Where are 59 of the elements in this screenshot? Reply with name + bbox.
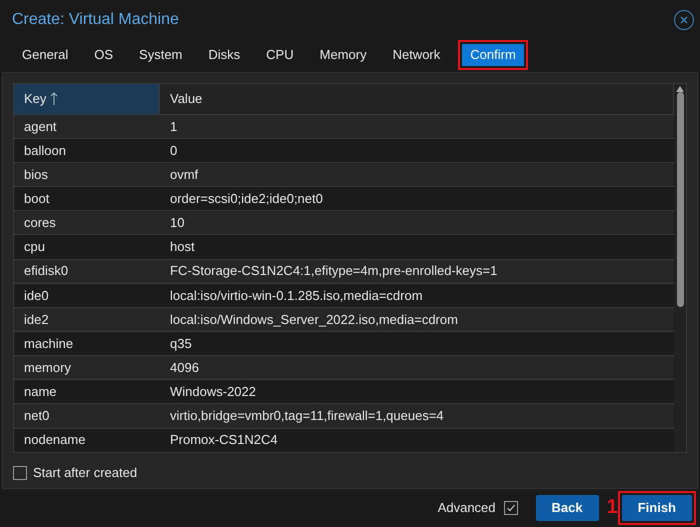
table-cell-text: net0 xyxy=(23,407,50,426)
checkbox-label: Start after created xyxy=(33,464,138,482)
tab[interactable]: General xyxy=(14,44,76,66)
table-row[interactable]: name Windows-2022 xyxy=(14,379,674,404)
table-row[interactable]: cores 10 xyxy=(14,210,674,234)
sort-arrow-icon xyxy=(50,92,58,106)
table-row[interactable]: boot order=scsi0;ide2;ide0;net0 xyxy=(14,186,674,210)
table-cell-text: agent xyxy=(23,118,58,136)
table-cell-text: 10 xyxy=(169,214,186,232)
checkmark-icon xyxy=(506,503,516,514)
table-cell-text: 0 xyxy=(169,142,178,160)
callout-number: 1 xyxy=(606,497,618,518)
table-cell-text: ovmf xyxy=(169,166,200,184)
dialog-button[interactable]: Back xyxy=(536,495,599,522)
table-cell-text: efidisk0 xyxy=(23,262,70,280)
table-row[interactable]: nodename Promox-CS1N2C4 xyxy=(14,428,674,452)
table-cell-text: q35 xyxy=(169,334,193,353)
table-cell-text: FC-Storage-CS1N2C4:1,efitype=4m,pre-enrolled-keys=1 xyxy=(169,262,498,280)
table-cell-text: virtio,bridge=vmbr0,tag=11,firewall=1,queues=4 xyxy=(169,407,445,426)
tab[interactable]: Network xyxy=(384,44,448,66)
table-cell-text: nodename xyxy=(23,431,86,450)
checkbox[interactable] xyxy=(13,466,27,480)
table-row[interactable]: ide0 local:iso/virtio-win-0.1.285.iso,media=cdrom xyxy=(14,282,674,307)
window-title: Create: Virtual Machine xyxy=(12,10,179,30)
tab[interactable]: Disks xyxy=(200,44,248,66)
close-icon[interactable] xyxy=(674,10,694,30)
table-cell-text: 4096 xyxy=(169,358,200,377)
tab[interactable]: System xyxy=(131,44,190,66)
table-cell-text: local:iso/virtio-win-0.1.285.iso,media=cdrom xyxy=(169,286,424,304)
tab[interactable]: CPU xyxy=(258,44,302,66)
table-cell-text: Promox-CS1N2C4 xyxy=(169,431,279,450)
tab[interactable]: OS xyxy=(86,44,122,66)
table-cell-text: name xyxy=(23,383,58,402)
tab[interactable]: Confirm xyxy=(462,44,524,66)
table-cell-text: bios xyxy=(23,166,49,184)
table-cell-text: memory xyxy=(23,358,72,377)
advanced-checkbox[interactable] xyxy=(504,501,518,516)
table-cell-text: ide0 xyxy=(23,286,50,304)
table-row[interactable]: cpu host xyxy=(14,234,674,259)
table-row[interactable]: memory 4096 xyxy=(14,355,674,380)
table-cell-text: 1 xyxy=(169,118,178,136)
table-cell-text: cores xyxy=(23,214,57,232)
scrollbar-thumb[interactable] xyxy=(676,92,684,307)
table-row[interactable]: balloon 0 xyxy=(14,138,674,162)
tab[interactable]: Memory xyxy=(312,44,375,66)
dialog-button[interactable]: Finish xyxy=(622,495,692,522)
advanced-label: Advanced xyxy=(438,499,496,518)
table-cell-text: local:iso/Windows_Server_2022.iso,media=cdrom xyxy=(169,310,459,329)
table-cell-text: Windows-2022 xyxy=(169,383,257,402)
table-cell-text: cpu xyxy=(23,238,46,256)
table-cell-text: ide2 xyxy=(23,310,50,329)
table-cell-text: balloon xyxy=(23,142,67,160)
column-header[interactable]: Key xyxy=(14,84,160,114)
table-cell-text: host xyxy=(169,238,196,256)
table-cell-text: machine xyxy=(23,334,74,353)
table-cell-text: boot xyxy=(23,190,50,208)
table-cell-text: order=scsi0;ide2;ide0;net0 xyxy=(169,190,324,208)
scrollbar[interactable] xyxy=(674,84,686,452)
table-row[interactable]: machine q35 xyxy=(14,330,674,356)
